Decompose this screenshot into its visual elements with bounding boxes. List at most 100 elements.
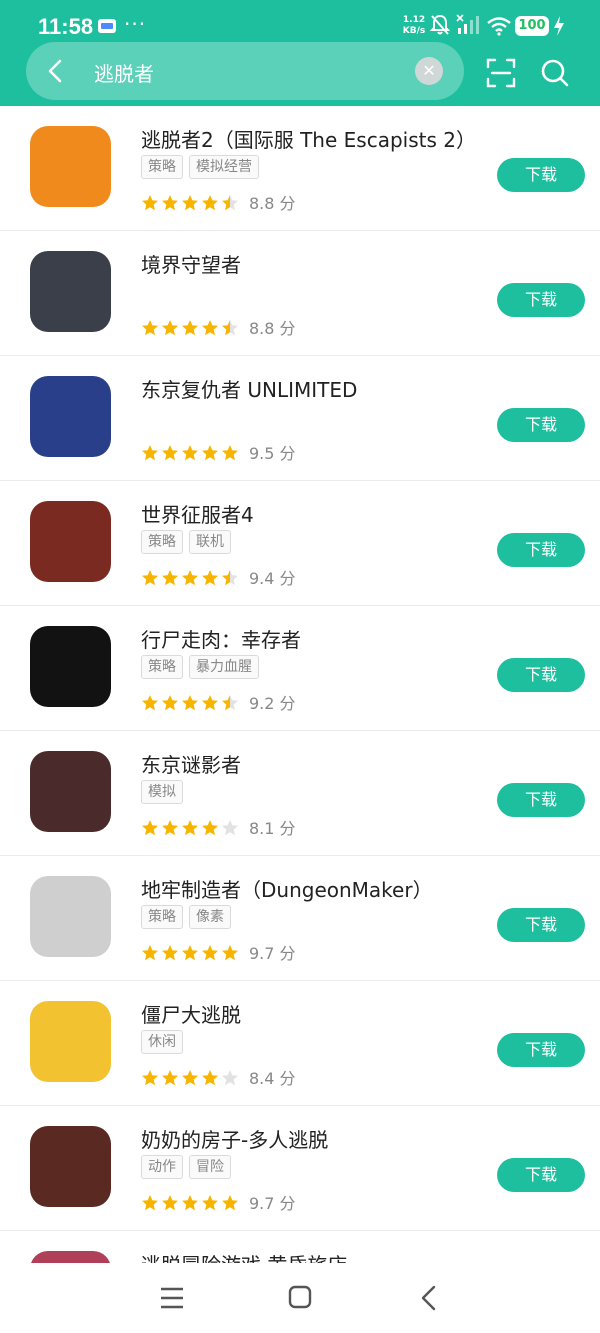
download-button[interactable]: 下载 [497, 408, 585, 442]
rating-score: 9.4 分 [249, 569, 296, 588]
menu-icon[interactable] [158, 1285, 186, 1311]
star-icon [142, 944, 158, 961]
close-circle-icon[interactable]: ✕ [415, 57, 443, 85]
star-icon [202, 194, 218, 211]
app-title[interactable]: 逃脱者2（国际服 The Escapists 2） [141, 124, 476, 153]
rating: 9.7 分 [141, 940, 296, 963]
star-icon [202, 944, 218, 961]
app-icon[interactable] [30, 501, 111, 582]
star-icon [162, 319, 178, 336]
star-icon [162, 194, 178, 211]
app-title[interactable]: 世界征服者4 [141, 499, 254, 528]
system-nav-bar [0, 1263, 600, 1333]
more-notifications-icon: ··· [124, 12, 147, 36]
star-icon [202, 1194, 218, 1211]
download-button[interactable]: 下载 [497, 283, 585, 317]
rating: 8.4 分 [141, 1065, 296, 1088]
star-icon [142, 694, 158, 711]
app-icon[interactable] [30, 126, 111, 207]
app-title[interactable]: 奶奶的房子-多人逃脱 [141, 1124, 328, 1153]
battery-level: 100 [518, 18, 546, 33]
list-item[interactable]: 逃脱者2（国际服 The Escapists 2） 策略 模拟经营 8.8 分 下载 [0, 106, 600, 231]
tag-list: 休闲 [141, 1030, 189, 1054]
search-icon[interactable] [540, 58, 570, 88]
search-bar[interactable]: ✕ [26, 42, 464, 100]
download-button[interactable]: 下载 [497, 783, 585, 817]
tag-list: 策略 联机 [141, 530, 237, 554]
star-icon [182, 1069, 198, 1086]
star-icon [182, 819, 198, 836]
app-icon[interactable] [30, 376, 111, 457]
star-icon [162, 1194, 178, 1211]
network-speed: 1.12 KB/s [400, 15, 428, 37]
app-title[interactable]: 东京复仇者 UNLIMITED [141, 374, 357, 403]
tag-list: 策略 模拟经营 [141, 155, 265, 179]
star-rating [141, 1067, 241, 1087]
star-icon [142, 819, 158, 836]
list-item[interactable]: 东京谜影者 模拟 8.1 分 下载 [0, 731, 600, 856]
signal-icon [456, 14, 479, 34]
rating-score: 8.8 分 [249, 319, 296, 338]
star-icon [222, 944, 238, 961]
list-item[interactable]: 奶奶的房子-多人逃脱 动作 冒险 9.7 分 下载 [0, 1106, 600, 1231]
star-icon [142, 569, 158, 586]
list-item[interactable]: 行尸走肉：幸存者 策略 暴力血腥 9.2 分 下载 [0, 606, 600, 731]
app-icon[interactable] [30, 1001, 111, 1082]
star-rating [141, 692, 241, 712]
app-icon[interactable] [30, 751, 111, 832]
star-icon [202, 319, 218, 336]
download-button[interactable]: 下载 [497, 158, 585, 192]
download-button[interactable]: 下载 [497, 1033, 585, 1067]
category-tag: 策略 [141, 155, 183, 179]
back-arrow-icon[interactable] [418, 1284, 438, 1312]
download-button[interactable]: 下载 [497, 1158, 585, 1192]
star-icon [182, 194, 198, 211]
app-icon[interactable] [30, 1126, 111, 1207]
list-item[interactable]: 世界征服者4 策略 联机 9.4 分 下载 [0, 481, 600, 606]
star-icon [142, 1194, 158, 1211]
star-icon [182, 319, 198, 336]
rating-score: 8.4 分 [249, 1069, 296, 1088]
list-item[interactable]: 境界守望者 8.8 分 下载 [0, 231, 600, 356]
rating-score: 9.7 分 [249, 944, 296, 963]
app-title[interactable]: 境界守望者 [141, 249, 241, 278]
list-item[interactable]: 东京复仇者 UNLIMITED 9.5 分 下载 [0, 356, 600, 481]
scan-icon[interactable] [486, 58, 516, 88]
tag-list: 策略 暴力血腥 [141, 655, 265, 679]
rating-score: 9.7 分 [249, 1194, 296, 1213]
app-icon[interactable] [30, 251, 111, 332]
star-icon [182, 694, 198, 711]
star-rating [141, 192, 241, 212]
category-tag: 休闲 [141, 1030, 183, 1054]
tag-list: 动作 冒险 [141, 1155, 237, 1179]
rating: 9.7 分 [141, 1190, 296, 1213]
home-square-icon[interactable] [288, 1285, 312, 1309]
app-title[interactable]: 东京谜影者 [141, 749, 241, 778]
app-title[interactable]: 地牢制造者（DungeonMaker） [141, 874, 433, 903]
download-button[interactable]: 下载 [497, 658, 585, 692]
app-title[interactable]: 行尸走肉：幸存者 [141, 624, 301, 653]
star-icon [222, 1194, 238, 1211]
list-item[interactable]: 僵尸大逃脱 休闲 8.4 分 下载 [0, 981, 600, 1106]
rating: 8.1 分 [141, 815, 296, 838]
category-tag: 像素 [189, 905, 231, 929]
charging-bolt-icon [554, 16, 564, 36]
network-speed-value: 1.12 [402, 15, 426, 25]
app-icon[interactable] [30, 876, 111, 957]
app-header: 11:58 ··· 1.12 KB/s 100 逃脱者 ✕ [0, 0, 600, 106]
app-icon[interactable] [30, 626, 111, 707]
star-icon [222, 319, 238, 336]
star-icon [202, 569, 218, 586]
category-tag: 暴力血腥 [189, 655, 259, 679]
list-item[interactable]: 地牢制造者（DungeonMaker） 策略 像素 9.7 分 下载 [0, 856, 600, 981]
search-input[interactable] [92, 56, 396, 88]
rating-score: 8.1 分 [249, 819, 296, 838]
chevron-left-icon[interactable] [42, 57, 70, 85]
category-tag: 策略 [141, 530, 183, 554]
star-rating [141, 1192, 241, 1212]
download-button[interactable]: 下载 [497, 533, 585, 567]
app-title[interactable]: 僵尸大逃脱 [141, 999, 241, 1028]
star-icon [162, 1069, 178, 1086]
star-icon [202, 694, 218, 711]
download-button[interactable]: 下载 [497, 908, 585, 942]
